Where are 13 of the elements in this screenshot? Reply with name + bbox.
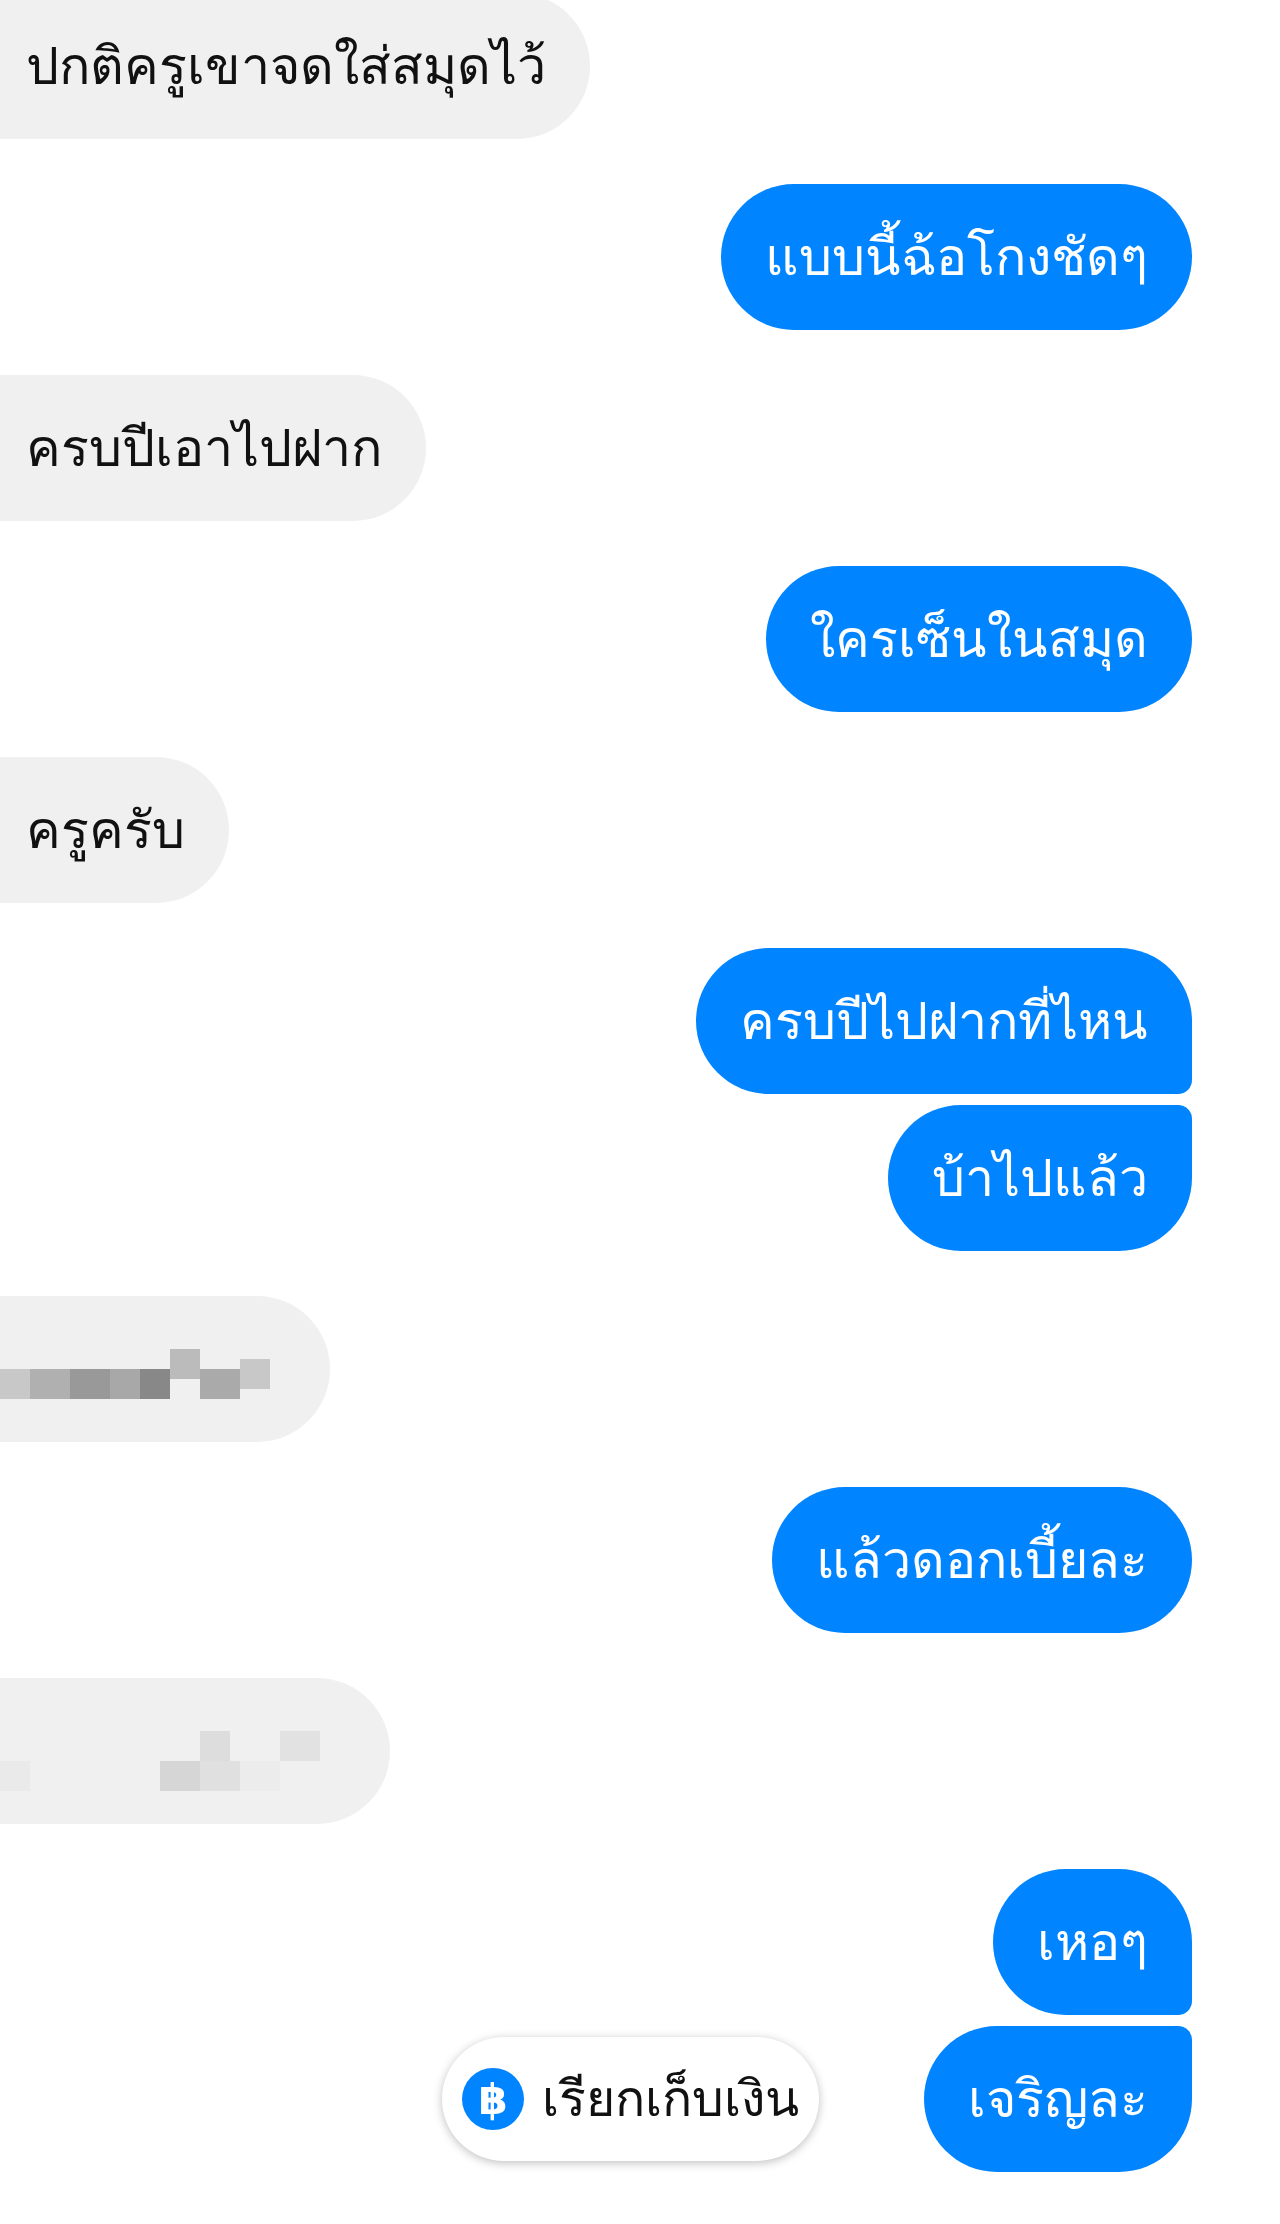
request-payment-button[interactable]: ฿ เรียกเก็บเงิน <box>442 2037 819 2161</box>
baht-icon: ฿ <box>462 2068 524 2130</box>
message-bubble: เจริญละ <box>924 2026 1192 2172</box>
message-bubble: ครูครับ <box>0 757 229 903</box>
message-bubble: ปกติครูเขาจดใส่สมุดไว้ <box>0 0 590 139</box>
message-bubble: เหอๆ <box>993 1869 1192 2015</box>
message-bubble: แล้วดอกเบี้ยละ <box>772 1487 1192 1633</box>
request-payment-label: เรียกเก็บเงิน <box>542 2068 799 2130</box>
message-bubble: แบบนี้ฉ้อโกงชัดๆ <box>721 184 1192 330</box>
message-bubble: บ้าไปแล้ว <box>888 1105 1192 1251</box>
message-bubble: ครบปีเอาไปฝาก <box>0 375 426 521</box>
message-bubble: ครบปีไปฝากที่ไหน <box>696 948 1192 1094</box>
message-bubble: ใครเซ็นในสมุด <box>766 566 1192 712</box>
